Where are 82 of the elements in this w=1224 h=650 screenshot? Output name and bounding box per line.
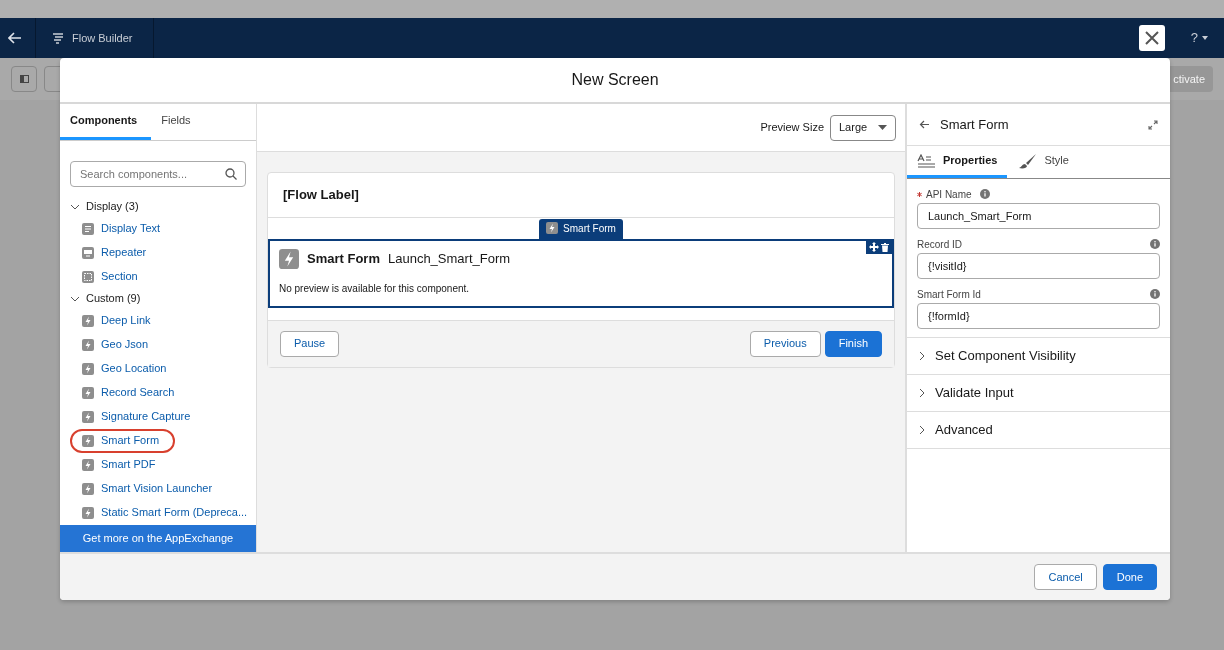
flow-button[interactable]: Previous <box>749 330 821 357</box>
panel-tab[interactable]: Fields <box>151 104 201 140</box>
close-icon <box>1143 30 1160 46</box>
component-item[interactable]: Static Smart Form (Depreca... <box>76 500 254 525</box>
app-title: Flow Builder <box>72 30 133 46</box>
chevron-icon <box>70 203 80 210</box>
component-item[interactable]: Geo Json <box>76 332 155 357</box>
flow-button[interactable]: Finish <box>824 330 882 357</box>
section-component-icon <box>82 270 94 283</box>
lightning-icon <box>82 314 94 327</box>
group-toggle[interactable]: Display (3) <box>60 196 145 217</box>
field-label: Smart Form Id <box>917 287 981 302</box>
lightning-icon <box>279 248 299 269</box>
properties-tab[interactable]: Properties <box>907 146 1008 178</box>
move-icon[interactable] <box>869 242 879 252</box>
properties-tab[interactable]: Style <box>1007 146 1079 178</box>
component-type: Smart Form <box>307 249 380 268</box>
search-field[interactable]: Search components... <box>70 160 246 187</box>
caret-icon <box>878 125 887 130</box>
back-arrow-icon[interactable] <box>919 120 930 129</box>
chevron-icon <box>70 295 80 302</box>
preview-size-select[interactable]: Large <box>830 114 896 141</box>
component-item[interactable]: Geo Location <box>76 356 173 381</box>
component-item[interactable]: Smart Form <box>70 428 176 453</box>
component-item[interactable]: Repeater <box>76 240 153 265</box>
flow-button[interactable]: Pause <box>280 330 340 357</box>
lightning-icon <box>82 506 94 519</box>
component-item[interactable]: Section <box>76 264 144 289</box>
component-item[interactable]: Record Search <box>76 380 181 405</box>
close-button[interactable] <box>1138 25 1165 51</box>
modal-button[interactable]: Cancel <box>1034 564 1097 590</box>
chevron-icon <box>919 388 925 398</box>
text-lines-icon <box>917 153 936 168</box>
section-toggle[interactable]: Advanced <box>907 411 1170 448</box>
lightning-icon <box>82 338 94 351</box>
panel-tab[interactable]: Components <box>60 104 152 140</box>
paintbrush-icon <box>1017 152 1038 169</box>
help-button[interactable]: ? <box>1184 27 1214 49</box>
text-input[interactable]: Launch_Smart_Form <box>917 203 1160 229</box>
delete-icon[interactable] <box>881 242 889 252</box>
component-api-name: Launch_Smart_Form <box>387 249 511 268</box>
component-tag: Smart Form <box>539 218 623 239</box>
caret-icon <box>1202 36 1208 40</box>
component-item[interactable]: Display Text <box>76 216 167 241</box>
lightning-icon <box>82 458 94 471</box>
section-toggle[interactable]: Validate Input <box>907 374 1170 411</box>
info-icon[interactable] <box>1150 239 1160 249</box>
panel-icon <box>19 75 29 83</box>
expand-icon[interactable] <box>1148 119 1158 130</box>
lightning-icon <box>546 222 559 234</box>
lightning-icon <box>82 482 94 495</box>
flow-label: [Flow Label] <box>268 173 894 218</box>
info-icon[interactable] <box>1150 289 1160 299</box>
modal-button[interactable]: Done <box>1102 564 1157 590</box>
search-icon <box>225 167 237 180</box>
modal-title: New Screen <box>571 70 659 90</box>
toggle-panel-button[interactable] <box>11 66 37 92</box>
component-preview[interactable]: Smart Form Launch_Smart_Form No preview is available for this component. <box>268 238 894 308</box>
component-item[interactable]: Smart PDF <box>76 452 162 477</box>
field-label: API Name <box>926 187 972 202</box>
section-toggle[interactable]: Set Component Visibility <box>907 337 1170 374</box>
text-input[interactable]: {!formId} <box>917 303 1160 329</box>
chevron-icon <box>919 351 925 361</box>
text-input[interactable]: {!visitId} <box>917 253 1160 279</box>
component-item[interactable]: Signature Capture <box>76 404 197 429</box>
lightning-icon <box>82 410 94 423</box>
appexchange-link[interactable]: Get more on the AppExchange <box>60 524 256 552</box>
repeater-component-icon <box>82 246 94 259</box>
component-item[interactable]: Deep Link <box>76 308 157 333</box>
lightning-icon <box>82 362 94 375</box>
component-item[interactable]: Smart Vision Launcher <box>76 476 219 501</box>
group-toggle[interactable]: Custom (9) <box>60 288 147 309</box>
lightning-icon <box>82 434 94 447</box>
field-label: Record ID <box>917 237 962 252</box>
panel-title: Smart Form <box>940 115 1009 134</box>
lightning-icon <box>82 386 94 399</box>
preview-size-label: Preview Size <box>760 120 824 136</box>
info-icon[interactable] <box>979 189 990 199</box>
flow-icon <box>52 31 64 45</box>
preview-message: No preview is available for this component. <box>279 281 471 296</box>
text-component-icon <box>82 222 94 235</box>
chevron-icon <box>919 425 925 435</box>
